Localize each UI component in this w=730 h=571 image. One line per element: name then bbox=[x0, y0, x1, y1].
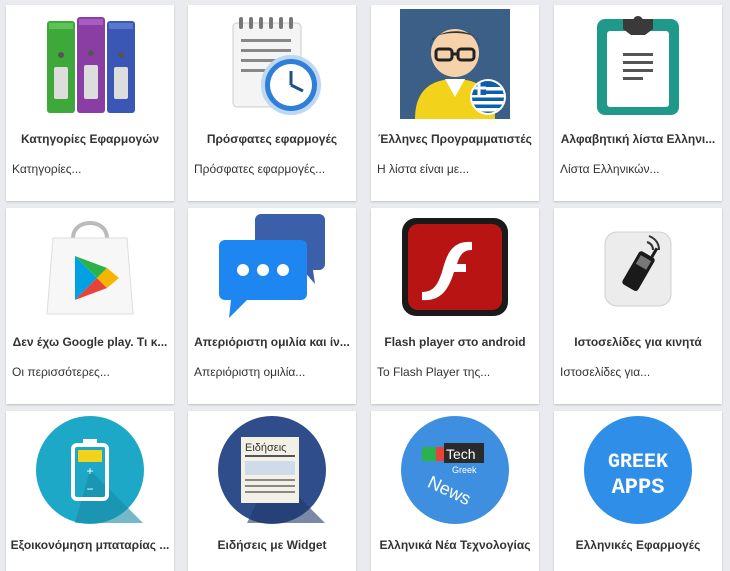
app-title[interactable]: Έλληνες Προγραμματιστές bbox=[375, 132, 535, 146]
app-title[interactable]: Αλφαβητική λίστα Ελληνι... bbox=[558, 132, 718, 146]
app-description: Το Flash Player της... bbox=[377, 365, 491, 379]
app-description: Η λίστα είναι με... bbox=[377, 162, 470, 176]
app-title[interactable]: Ελληνικές Εφαρμογές bbox=[558, 538, 718, 552]
app-card-flash-player[interactable]: Flash player στο android Το Flash Player… bbox=[371, 208, 539, 404]
app-card-greek-tech-news[interactable]: Tech Greek News Ελληνικά Νέα Τεχνολογίας bbox=[371, 411, 539, 571]
app-description: Πρόσφατες εφαρμογές... bbox=[194, 162, 326, 176]
app-card-mobile-websites[interactable]: Ιστοσελίδες για κινητά Ιστοσελίδες για..… bbox=[554, 208, 722, 404]
app-card-greek-programmers[interactable]: Έλληνες Προγραμματιστές Η λίστα είναι με… bbox=[371, 5, 539, 201]
app-description: Ιστοσελίδες για... bbox=[560, 365, 651, 379]
mobile-phone-icon bbox=[554, 212, 722, 324]
app-title[interactable]: Ιστοσελίδες για κινητά bbox=[558, 335, 718, 349]
app-title[interactable]: Πρόσφατες εφαρμογές bbox=[192, 132, 352, 146]
app-card-news-widget[interactable]: Ειδήσεις Ειδήσεις με Widget bbox=[188, 411, 356, 571]
greek-word: GREEK bbox=[608, 451, 668, 474]
app-card-categories[interactable]: Κατηγορίες Εφαρμογών Κατηγορίες... bbox=[6, 5, 174, 201]
app-title[interactable]: Δεν έχω Google play. Τι κ... bbox=[10, 335, 170, 349]
clipboard-icon bbox=[554, 9, 722, 121]
newspaper-icon: Ειδήσεις bbox=[188, 415, 356, 527]
folders-icon bbox=[6, 9, 174, 121]
tech-news-icon: Tech Greek News bbox=[371, 415, 539, 527]
tech-label: Tech bbox=[446, 446, 476, 462]
app-title[interactable]: Κατηγορίες Εφαρμογών bbox=[10, 132, 170, 146]
app-card-no-google-play[interactable]: Δεν έχω Google play. Τι κ... Οι περισσότ… bbox=[6, 208, 174, 404]
newspaper-headline: Ειδήσεις bbox=[245, 442, 286, 454]
app-card-greek-apps[interactable]: GREEK APPS Ελληνικές Εφαρμογές bbox=[554, 411, 722, 571]
app-description: Οι περισσότερες... bbox=[12, 365, 110, 379]
greek-label: Greek bbox=[452, 465, 477, 475]
app-title[interactable]: Ειδήσεις με Widget bbox=[192, 538, 352, 552]
app-description: Λίστα Ελληνικών... bbox=[560, 162, 660, 176]
app-title[interactable]: Flash player στο android bbox=[375, 335, 535, 349]
app-card-alphabetical-list[interactable]: Αλφαβητική λίστα Ελληνι... Λίστα Ελληνικ… bbox=[554, 5, 722, 201]
svg-text:+: + bbox=[86, 464, 93, 478]
google-play-bag-icon bbox=[6, 212, 174, 324]
flash-player-icon bbox=[371, 212, 539, 324]
programmer-greek-flag-icon bbox=[371, 9, 539, 121]
greek-apps-icon: GREEK APPS bbox=[554, 415, 722, 527]
app-card-battery-saver[interactable]: + − Εξοικονόμηση μπαταρίας ... bbox=[6, 411, 174, 571]
battery-icon: + − bbox=[6, 415, 174, 527]
app-card-unlimited-chat[interactable]: Απεριόριστη ομιλία και ίν... Απεριόριστη… bbox=[188, 208, 356, 404]
app-title[interactable]: Απεριόριστη ομιλία και ίν... bbox=[192, 335, 352, 349]
notepad-clock-icon bbox=[188, 9, 356, 121]
app-card-recent[interactable]: Πρόσφατες εφαρμογές Πρόσφατες εφαρμογές.… bbox=[188, 5, 356, 201]
svg-text:−: − bbox=[86, 482, 93, 496]
app-description: Κατηγορίες... bbox=[12, 162, 82, 176]
chat-bubbles-icon bbox=[188, 212, 356, 324]
apps-word: APPS bbox=[612, 475, 665, 500]
app-title[interactable]: Ελληνικά Νέα Τεχνολογίας bbox=[375, 538, 535, 552]
app-title[interactable]: Εξοικονόμηση μπαταρίας ... bbox=[10, 538, 170, 552]
app-description: Απεριόριστη ομιλία... bbox=[194, 365, 306, 379]
